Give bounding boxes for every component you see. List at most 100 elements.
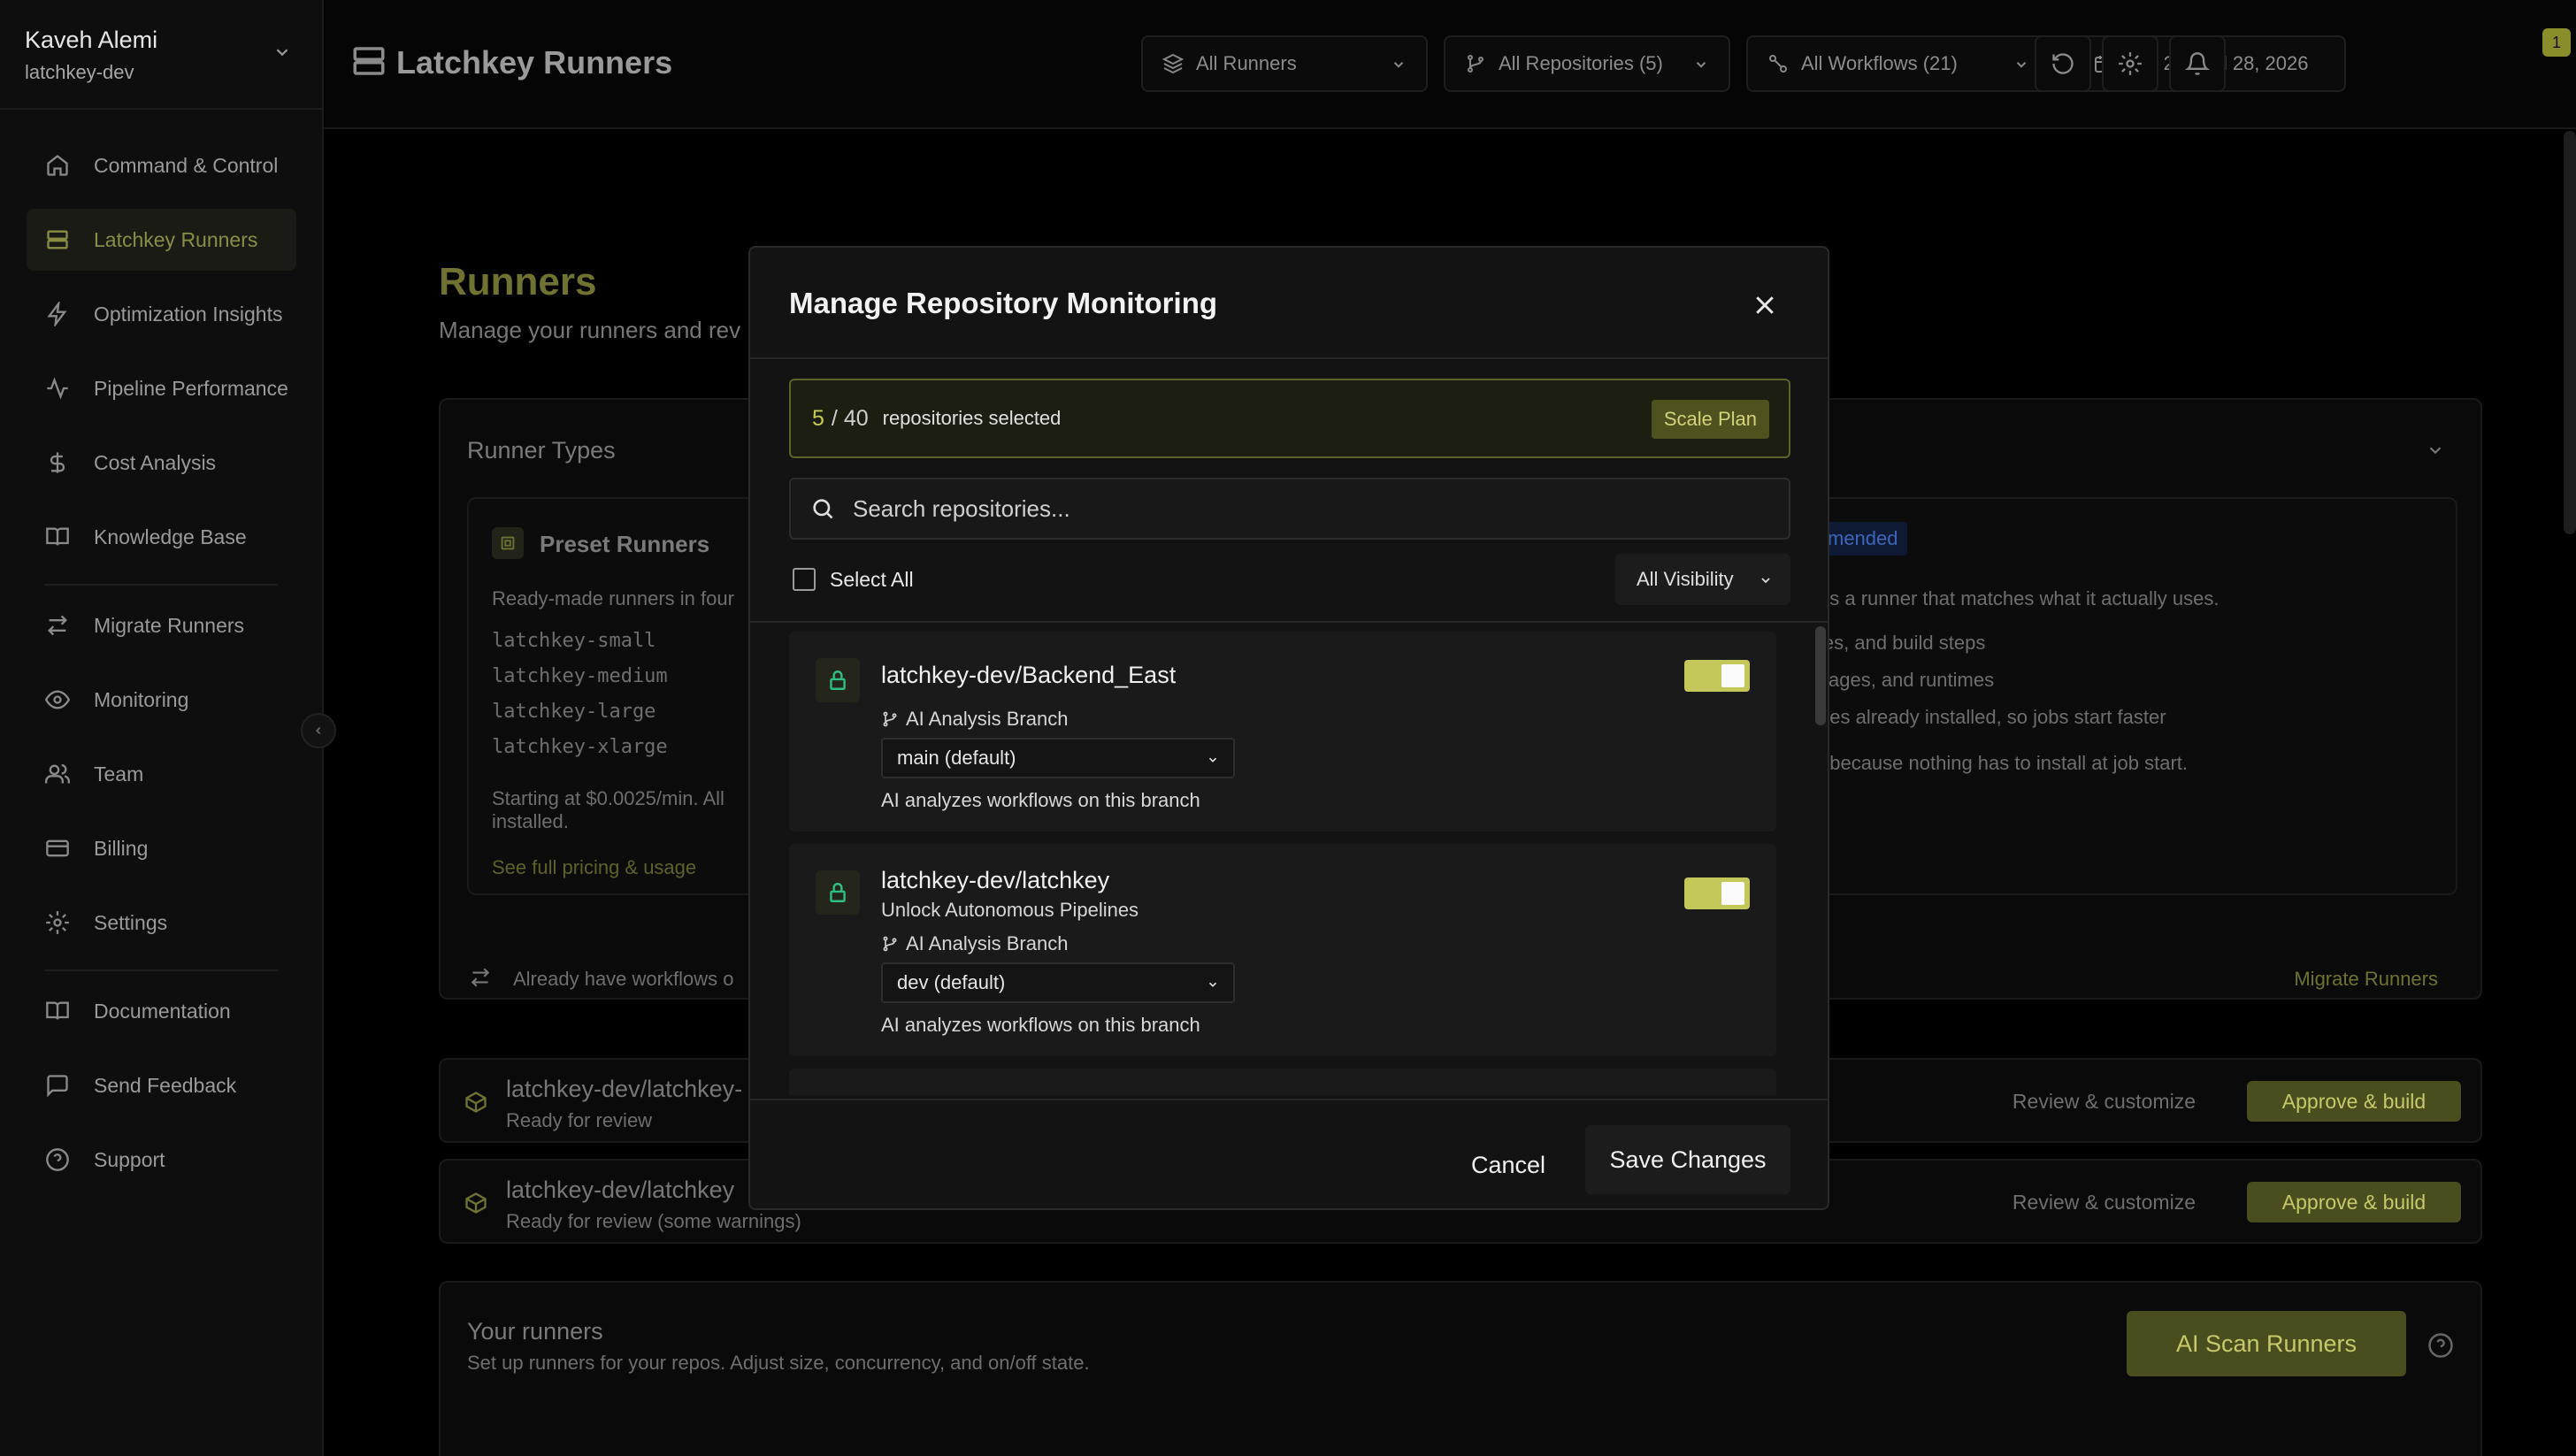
recommended-badge: mended (1819, 522, 1907, 556)
sidebar-item-pipeline-performance[interactable]: Pipeline Performance (27, 357, 296, 419)
cpu-icon (492, 527, 524, 559)
modal-divider (750, 1099, 1828, 1100)
size-medium: latchkey-medium (492, 665, 668, 687)
workflows-filter[interactable]: All Workflows (21) (1746, 35, 2051, 92)
git-branch-icon (883, 936, 897, 952)
visibility-filter[interactable]: All Visibility (1615, 554, 1790, 605)
size-small: latchkey-small (492, 630, 656, 652)
bolt-icon (44, 301, 71, 327)
review-customize-button[interactable]: Review & customize (2012, 1191, 2196, 1215)
sidebar-item-knowledge-base[interactable]: Knowledge Base (27, 506, 296, 568)
sidebar-item-documentation[interactable]: Documentation (27, 980, 296, 1042)
select-all-label[interactable]: Select All (830, 568, 914, 592)
sidebar-item-settings[interactable]: Settings (27, 892, 296, 954)
runners-filter[interactable]: All Runners (1141, 35, 1428, 92)
page-scrollbar[interactable] (2564, 131, 2576, 534)
branch-select[interactable]: main (default) (881, 738, 1235, 778)
swap-icon (469, 966, 492, 989)
repository-search[interactable] (789, 478, 1790, 540)
approve-build-button[interactable]: Approve & build (2247, 1081, 2461, 1122)
sidebar-item-support[interactable]: Support (27, 1129, 296, 1191)
your-runners-desc: Set up runners for your repos. Adjust si… (467, 1352, 1090, 1374)
pricing-text-2: installed. (492, 810, 569, 832)
page-subtitle: Manage your runners and rev (439, 317, 741, 343)
select-all-checkbox[interactable] (793, 568, 816, 591)
pending-runner-status: Ready for review (some warnings) (506, 1210, 801, 1232)
pricing-link[interactable]: See full pricing & usage (492, 856, 696, 879)
help-icon (44, 1146, 71, 1173)
repositories-filter[interactable]: All Repositories (5) (1444, 35, 1730, 92)
selected-count: 5 (812, 405, 824, 431)
repository-item: latchkey-dev/latchkey Unlock Autonomous … (789, 844, 1776, 1056)
top-header: Latchkey Runners All Runners All Reposit… (324, 0, 2576, 129)
pending-runner-name: latchkey-dev/latchkey (506, 1176, 735, 1203)
settings-button[interactable] (2102, 35, 2158, 92)
review-customize-button[interactable]: Review & customize (2012, 1090, 2196, 1114)
save-changes-button[interactable]: Save Changes (1585, 1125, 1790, 1194)
refresh-button[interactable] (2035, 35, 2091, 92)
chevron-down-icon (1207, 978, 1219, 991)
sidebar-item-team[interactable]: Team (27, 743, 296, 805)
branch-help-text: AI analyzes workflows on this branch (881, 1014, 1200, 1036)
notifications-button[interactable] (2169, 35, 2226, 92)
dollar-icon (44, 449, 71, 476)
search-input[interactable] (853, 494, 1737, 523)
pending-runner-name: latchkey-dev/latchkey- (506, 1076, 743, 1102)
sidebar-item-label: Migrate Runners (94, 613, 245, 637)
custom-feature-2: kages, and runtimes (1819, 669, 1995, 691)
org-switcher[interactable]: Kaveh Alemi latchkey-dev (0, 0, 322, 110)
repository-item-partial (789, 1069, 1776, 1095)
sidebar-item-label: Knowledge Base (94, 525, 247, 548)
size-xlarge: latchkey-xlarge (492, 736, 668, 758)
approve-build-button[interactable]: Approve & build (2247, 1182, 2461, 1222)
server-icon (350, 42, 387, 80)
cancel-button[interactable]: Cancel (1456, 1134, 1560, 1196)
branch-select-value: dev (default) (897, 971, 1006, 993)
monitoring-toggle[interactable] (1684, 660, 1750, 692)
custom-feature-3: ges already installed, so jobs start fas… (1819, 706, 2166, 728)
runners-filter-value: All Runners (1196, 52, 1297, 74)
branch-select[interactable]: dev (default) (881, 962, 1235, 1003)
sidebar-item-migrate-runners[interactable]: Migrate Runners (27, 594, 296, 656)
sidebar-item-latchkey-runners[interactable]: Latchkey Runners (27, 209, 296, 271)
selection-summary: 5 / 40 repositories selected Scale Plan (789, 379, 1790, 458)
pending-runner-status: Ready for review (506, 1109, 653, 1131)
server-icon (44, 226, 71, 253)
sidebar-item-command-control[interactable]: Command & Control (27, 134, 296, 196)
repository-list-scrollbar[interactable] (1815, 626, 1826, 725)
monitoring-toggle[interactable] (1684, 877, 1750, 909)
custom-runners-note: , because nothing has to install at job … (1819, 752, 2189, 774)
sidebar-item-label: Settings (94, 910, 168, 934)
gear-icon (44, 909, 71, 936)
workflows-filter-value: All Workflows (21) (1801, 52, 1958, 74)
migrate-runners-link[interactable]: Migrate Runners (2294, 968, 2438, 991)
chevron-down-icon[interactable] (2426, 441, 2445, 460)
toggle-knob (1721, 882, 1744, 905)
sidebar-item-billing[interactable]: Billing (27, 817, 296, 879)
help-icon[interactable] (2427, 1332, 2454, 1359)
repository-item: latchkey-dev/Backend_East AI Analysis Br… (789, 632, 1776, 831)
sidebar-item-label: Pipeline Performance (94, 376, 288, 400)
sidebar-collapse-button[interactable] (301, 713, 336, 748)
package-icon (464, 1090, 488, 1115)
repository-list: latchkey-dev/Backend_East AI Analysis Br… (750, 623, 1831, 1095)
home-icon (44, 152, 71, 179)
repository-name: latchkey-dev/Backend_East (881, 662, 1177, 688)
analysis-branch-label: AI Analysis Branch (881, 932, 1068, 955)
custom-runners-card: mended ds a runner that matches what it … (1812, 497, 2457, 895)
custom-feature-1: ies, and build steps (1819, 632, 1986, 654)
sidebar-item-send-feedback[interactable]: Send Feedback (27, 1054, 296, 1116)
sidebar-item-label: Send Feedback (94, 1073, 237, 1097)
close-icon[interactable] (1752, 292, 1778, 318)
custom-runners-desc: ds a runner that matches what it actuall… (1819, 587, 2220, 609)
approve-build-label: Approve & build (2281, 1089, 2426, 1113)
sidebar-item-monitoring[interactable]: Monitoring (27, 669, 296, 731)
sidebar-item-cost-analysis[interactable]: Cost Analysis (27, 432, 296, 494)
chevron-left-icon (316, 726, 321, 735)
sidebar-item-label: Monitoring (94, 687, 189, 711)
users-icon (44, 761, 71, 787)
ai-scan-runners-button[interactable]: AI Scan Runners (2127, 1311, 2406, 1376)
already-have-workflows-text: Already have workflows o (513, 968, 734, 990)
sidebar-item-label: Optimization Insights (94, 302, 283, 326)
sidebar-item-optimization-insights[interactable]: Optimization Insights (27, 283, 296, 345)
